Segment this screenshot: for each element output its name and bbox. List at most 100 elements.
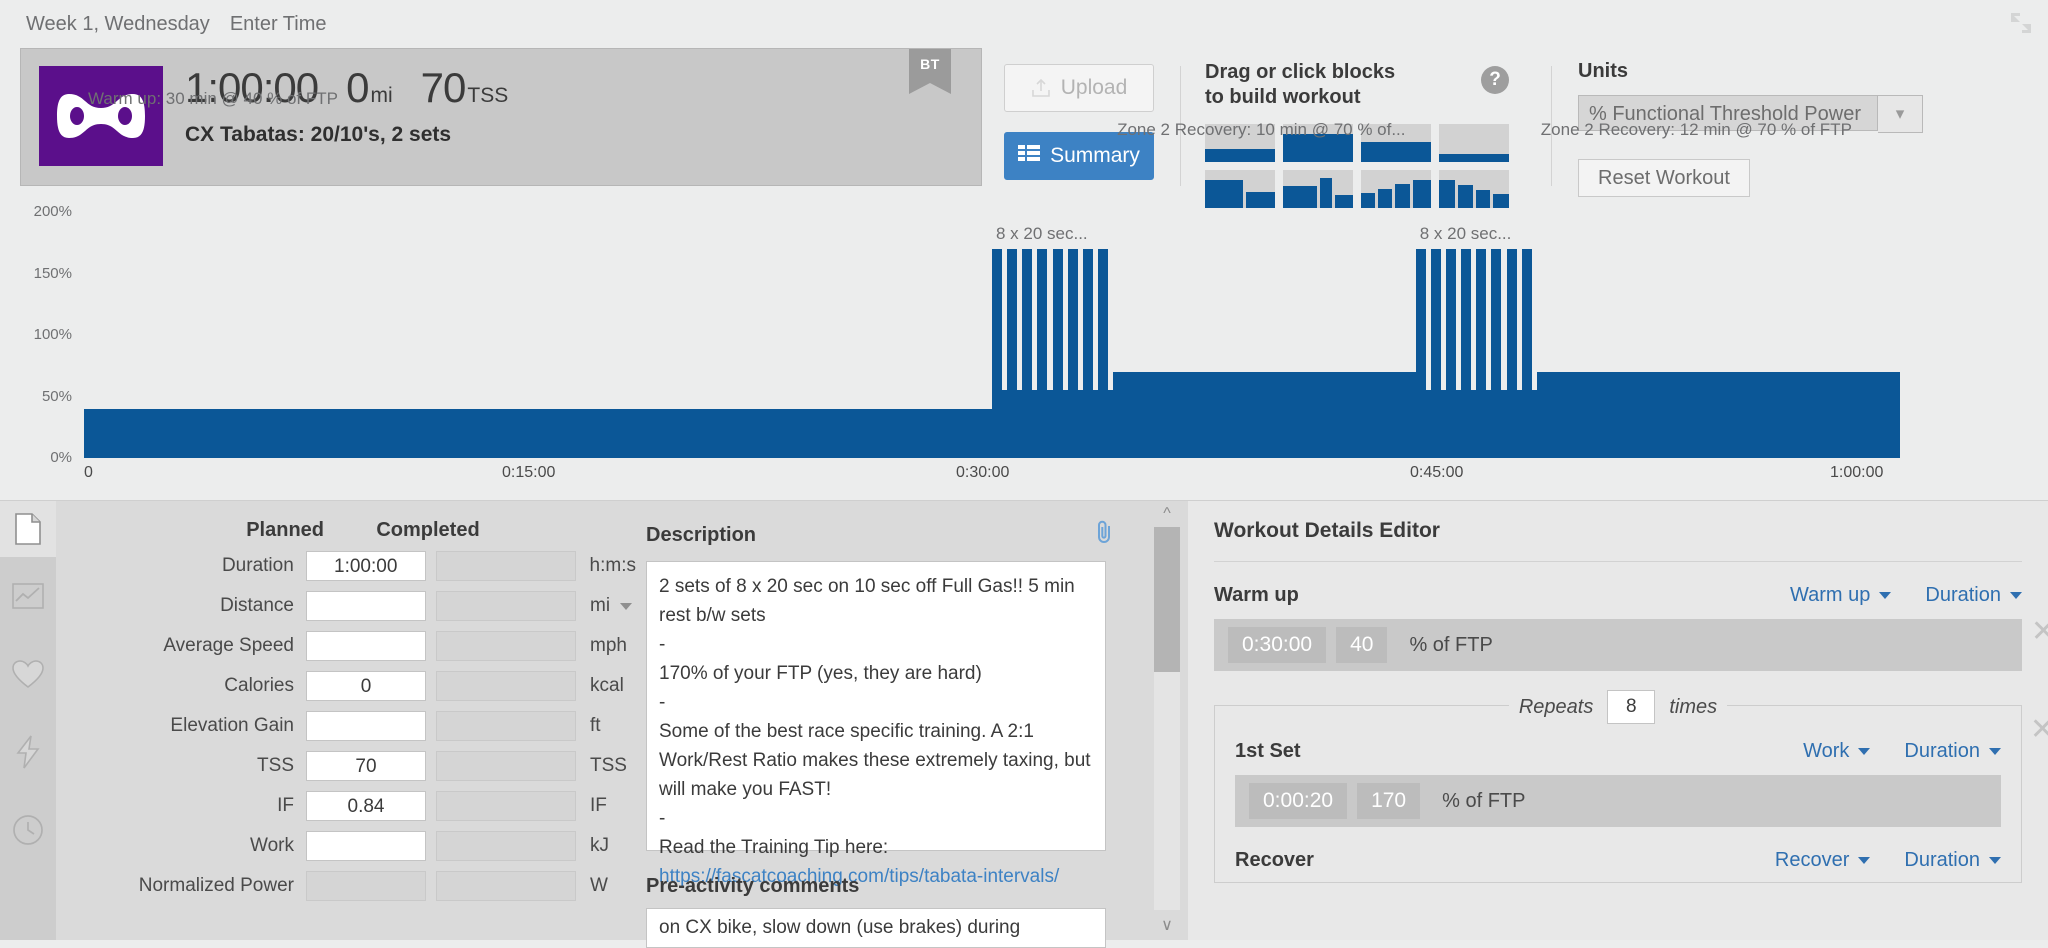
scrollbar-thumb[interactable] <box>1154 527 1180 672</box>
sidebar-item-intensity[interactable] <box>0 713 56 791</box>
sidebar-item-chart[interactable] <box>0 557 56 635</box>
editor-title: Workout Details Editor <box>1214 519 1440 542</box>
recover-type-dropdown[interactable]: Recover <box>1775 849 1871 872</box>
chevron-down-icon <box>2010 592 2022 599</box>
planned-input[interactable]: 1:00:00 <box>305 551 426 581</box>
planned-input[interactable] <box>306 711 426 741</box>
chart-interval-work[interactable] <box>1097 248 1108 458</box>
paperclip-icon[interactable] <box>1092 519 1116 551</box>
chart-x-tick: 0:30:00 <box>956 464 1010 481</box>
description-line: 2 sets of 8 x 20 sec on 10 sec off Full … <box>659 576 1075 626</box>
chart-interval-work[interactable] <box>1067 248 1078 458</box>
breadcrumb[interactable]: Week 1, Wednesday <box>26 13 210 36</box>
reset-workout-button[interactable]: Reset Workout <box>1578 159 1750 197</box>
chart-interval-work[interactable] <box>1007 248 1018 458</box>
chart-interval-work[interactable] <box>1415 248 1426 458</box>
scroll-down-icon[interactable]: ∨ <box>1154 914 1180 936</box>
chart-interval-work[interactable] <box>1037 248 1048 458</box>
scroll-up-icon[interactable]: ^ <box>1154 503 1180 525</box>
chart-y-tick: 150% <box>33 264 72 282</box>
form-header: Planned Completed <box>56 519 636 542</box>
sidebar-item-document[interactable] <box>0 501 56 557</box>
completed-header: Completed <box>376 519 480 541</box>
enter-time-link[interactable]: Enter Time <box>230 13 327 36</box>
planned-input[interactable] <box>306 831 426 861</box>
help-icon[interactable]: ? <box>1481 66 1509 94</box>
summary-label: Summary <box>1050 144 1140 167</box>
remove-warmup-icon[interactable]: ✕ <box>2031 614 2048 649</box>
chart-segment-0[interactable] <box>84 408 992 458</box>
description-line: - <box>659 634 666 655</box>
firstset-measure-label: Duration <box>1904 740 1980 762</box>
chevron-down-icon <box>1989 748 2001 755</box>
workout-chart[interactable]: 0% 50% 100% 150% 200% 0 0:15:00 0:30:00 0:45:00… <box>0 89 2028 538</box>
chart-y-tick: 0% <box>50 449 72 466</box>
chart-y-tick: 200% <box>33 203 72 220</box>
warmup-type-dropdown[interactable]: Warm up <box>1790 584 1892 607</box>
chart-segment-4[interactable] <box>1536 371 1900 458</box>
description-textarea[interactable]: 2 sets of 8 x 20 sec on 10 sec off Full … <box>646 561 1106 887</box>
warmup-duration-field[interactable]: 0:30:00 <box>1228 627 1327 663</box>
chart-x-tick: 0 <box>84 464 93 481</box>
bt-flag-badge[interactable]: BT <box>909 49 951 94</box>
chart-interval-work[interactable] <box>1446 248 1457 458</box>
chart-interval-work[interactable] <box>1082 248 1093 458</box>
editor-section-recover: Recover Recover Duration <box>1235 849 2001 872</box>
chart-interval-work[interactable] <box>1506 248 1517 458</box>
chart-interval-work[interactable] <box>1476 248 1487 458</box>
planned-input[interactable] <box>306 591 426 621</box>
chevron-down-icon <box>1989 857 2001 864</box>
workout-details-editor: Workout Details Editor Warm up Warm up D… <box>1188 501 2048 940</box>
repeats-input[interactable]: 8 <box>1607 690 1656 724</box>
chart-interval-work[interactable] <box>1521 248 1532 458</box>
chart-x-tick: 1:00:00 <box>1830 464 1884 481</box>
completed-input <box>436 791 576 821</box>
preactivity-textarea[interactable]: on CX bike, slow down (use brakes) durin… <box>646 908 1106 948</box>
chart-interval-work[interactable] <box>1461 248 1472 458</box>
form-rows: Duration 1:00:00 h:m:s Distance mi Average Sp… <box>56 550 636 902</box>
chart-annotation: Warm up: 30 min @ 40 % of FTP <box>88 89 338 108</box>
description-pane: Description 2 sets of 8 x 20 sec on 10 s… <box>636 501 1146 948</box>
chart-interval-work[interactable] <box>992 248 1003 458</box>
warmup-intensity-field[interactable]: 40 <box>1336 627 1388 663</box>
planned-input[interactable] <box>306 631 426 661</box>
chart-interval-work[interactable] <box>1491 248 1502 458</box>
chart-annotation: Zone 2 Recovery: 12 min @ 70 % of FTP <box>1540 119 1852 139</box>
planned-input[interactable]: 0.84 <box>306 791 426 821</box>
warmup-measure-dropdown[interactable]: Duration <box>1925 584 2022 607</box>
chart-segment-2[interactable] <box>1113 371 1416 458</box>
sidebar-item-clock[interactable] <box>0 791 56 869</box>
document-icon <box>15 513 41 545</box>
remove-repeat-group-icon[interactable]: ✕ <box>2030 712 2048 747</box>
bt-flag-label: BT <box>909 49 951 83</box>
chart-interval-work[interactable] <box>1052 248 1063 458</box>
chevron-down-icon[interactable]: ▾ <box>1878 95 1923 133</box>
sidebar-item-heart[interactable] <box>0 635 56 713</box>
chart-annotation: Zone 2 Recovery: 10 min @ 70 % of... <box>1117 119 1406 139</box>
firstset-measure-dropdown[interactable]: Duration <box>1904 740 2001 763</box>
warmup-intensity-unit: % of FTP <box>1409 633 1493 656</box>
top-bar: Week 1, Wednesday Enter Time <box>0 0 2048 48</box>
upload-button[interactable]: Upload <box>1004 64 1154 112</box>
form-row-unit: h:m:s <box>589 555 636 576</box>
units-label: Units <box>1578 60 1628 82</box>
steady-verylow-block[interactable] <box>1439 124 1509 162</box>
left-icon-rail <box>0 501 56 940</box>
collapse-arrows-icon[interactable] <box>2008 10 2034 36</box>
summary-icon <box>1018 144 1041 168</box>
planned-input[interactable]: 0 <box>306 671 426 701</box>
chevron-down-icon[interactable] <box>620 602 633 610</box>
recover-measure-dropdown[interactable]: Duration <box>1904 849 2001 872</box>
workout-summary-card[interactable]: 1:00:00 0 mi 70 TSS CX Tabatas: 20/10's,… <box>20 48 982 186</box>
firstset-intensity-field[interactable]: 170 <box>1357 783 1421 819</box>
form-row-label: Work <box>250 835 294 856</box>
firstset-duration-field[interactable]: 0:00:20 <box>1249 783 1348 819</box>
chart-interval-work[interactable] <box>1430 248 1441 458</box>
firstset-type-dropdown[interactable]: Work <box>1803 740 1871 763</box>
form-row-label: Distance <box>220 595 294 616</box>
chart-interval-work[interactable] <box>1022 248 1033 458</box>
tss-unit: TSS <box>467 84 509 107</box>
chart-plot-area[interactable] <box>84 212 1900 458</box>
panel-scrollbar[interactable]: ^ ∨ <box>1146 501 1188 940</box>
planned-input[interactable]: 70 <box>306 751 426 781</box>
